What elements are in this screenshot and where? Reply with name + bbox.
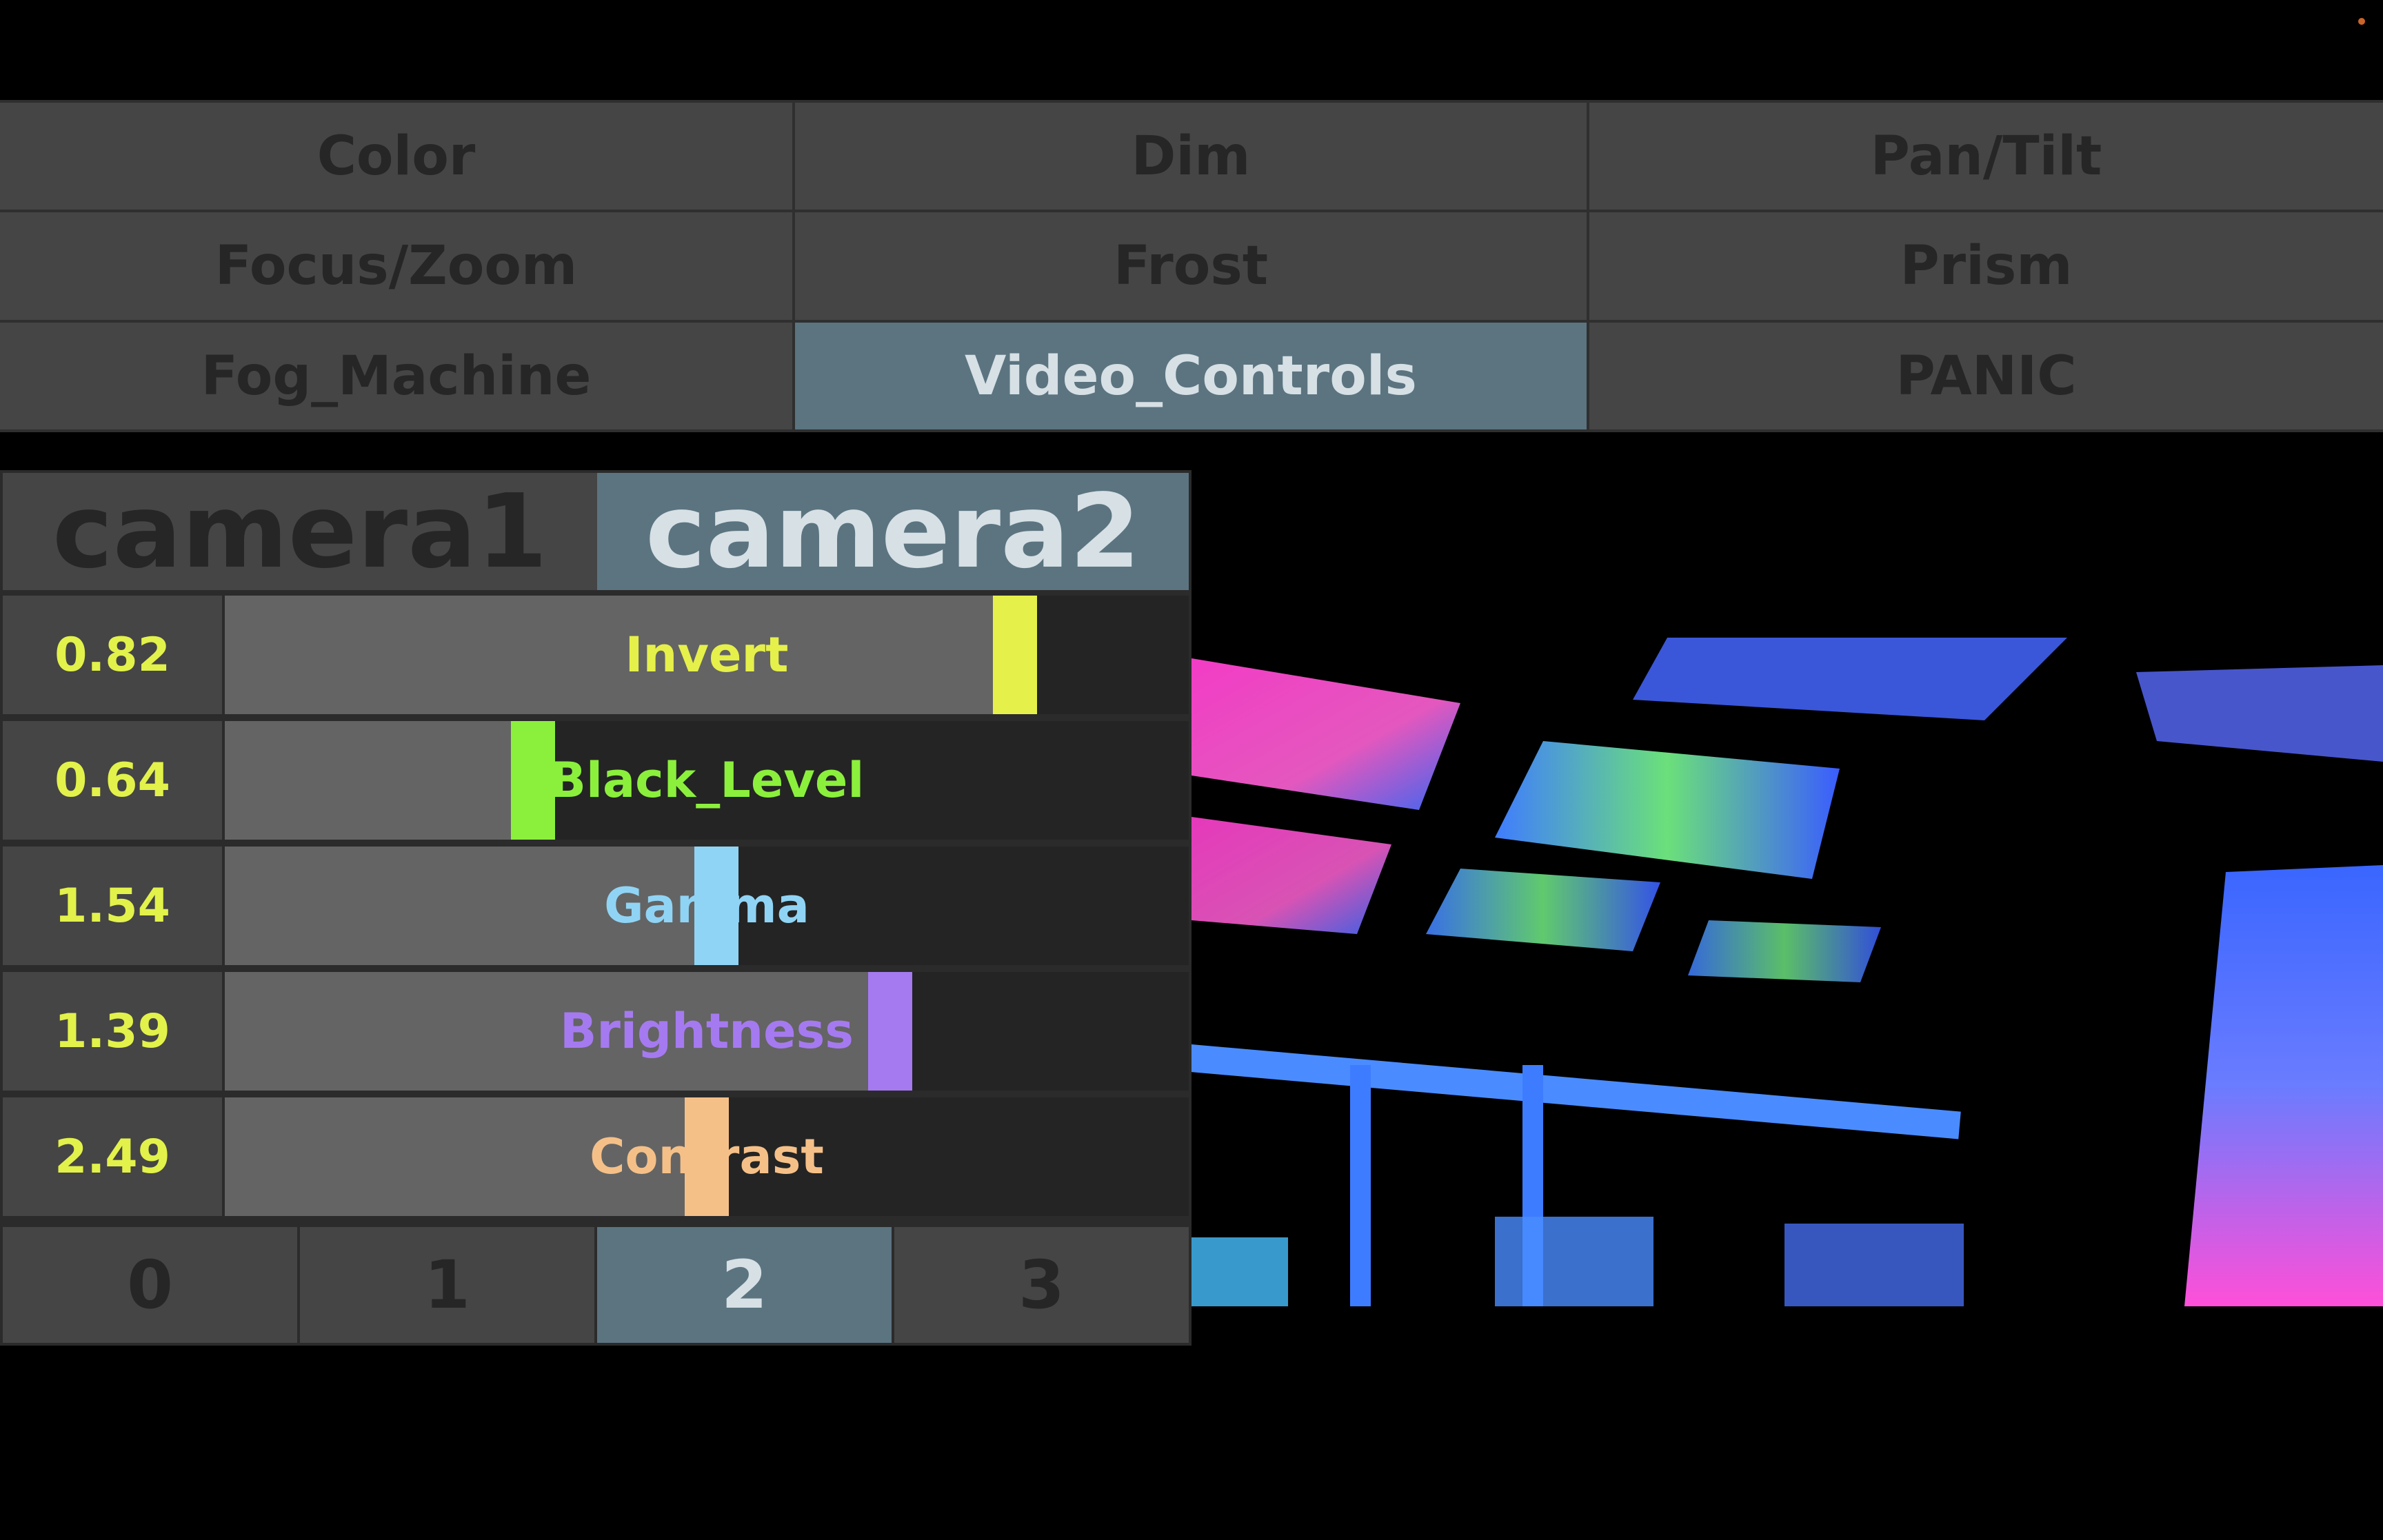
control-row-gamma: 1.54 Gamma	[3, 847, 1189, 965]
menu-button-focus-zoom[interactable]: Focus/Zoom	[0, 212, 792, 320]
section-menu: Color Dim Pan/Tilt Focus/Zoom Frost Pris…	[0, 100, 2383, 432]
gamma-slider[interactable]: Gamma	[225, 847, 1189, 965]
black-level-label: Black_Level	[549, 752, 865, 809]
brightness-slider-handle[interactable]	[868, 972, 912, 1091]
page-button-3[interactable]: 3	[894, 1227, 1189, 1343]
menu-button-video-controls[interactable]: Video_Controls	[795, 323, 1587, 429]
camera-panel: camera1 camera2 0.82 Invert 0.64 Black_L…	[0, 470, 1192, 1346]
status-dot	[2358, 18, 2365, 25]
control-row-invert: 0.82 Invert	[3, 596, 1189, 714]
video-preview-image	[1192, 638, 2383, 1306]
menu-button-color[interactable]: Color	[0, 103, 792, 210]
menu-button-dim[interactable]: Dim	[795, 103, 1587, 210]
contrast-slider[interactable]: Contrast	[225, 1097, 1189, 1216]
camera-tabs: camera1 camera2	[3, 472, 1189, 591]
tab-camera1[interactable]: camera1	[3, 472, 597, 591]
black-level-value: 0.64	[3, 721, 222, 840]
video-preview	[1192, 638, 2383, 1306]
control-row-contrast: 2.49 Contrast	[3, 1097, 1189, 1216]
control-row-brightness: 1.39 Brightness	[3, 972, 1189, 1091]
invert-label: Invert	[625, 627, 789, 683]
brightness-slider[interactable]: Brightness	[225, 972, 1189, 1091]
page-selector: 0 1 2 3	[3, 1227, 1189, 1343]
page-button-0[interactable]: 0	[3, 1227, 297, 1343]
menu-button-fog-machine[interactable]: Fog_Machine	[0, 323, 792, 429]
menu-button-pan-tilt[interactable]: Pan/Tilt	[1589, 103, 2383, 210]
menu-button-prism[interactable]: Prism	[1589, 212, 2383, 320]
brightness-value: 1.39	[3, 972, 222, 1091]
gamma-value: 1.54	[3, 847, 222, 965]
contrast-slider-handle[interactable]	[685, 1097, 729, 1216]
black-level-slider[interactable]: Black_Level	[225, 721, 1189, 840]
menu-button-frost[interactable]: Frost	[795, 212, 1587, 320]
invert-value: 0.82	[3, 596, 222, 714]
black-level-slider-handle[interactable]	[511, 721, 555, 840]
invert-slider[interactable]: Invert	[225, 596, 1189, 714]
invert-slider-handle[interactable]	[993, 596, 1037, 714]
gamma-slider-handle[interactable]	[694, 847, 738, 965]
brightness-label: Brightness	[560, 1003, 854, 1060]
tab-camera2[interactable]: camera2	[597, 472, 1189, 591]
menu-button-panic[interactable]: PANIC	[1589, 323, 2383, 429]
page-button-2[interactable]: 2	[597, 1227, 892, 1343]
page-button-1[interactable]: 1	[300, 1227, 594, 1343]
control-row-black-level: 0.64 Black_Level	[3, 721, 1189, 840]
contrast-value: 2.49	[3, 1097, 222, 1216]
